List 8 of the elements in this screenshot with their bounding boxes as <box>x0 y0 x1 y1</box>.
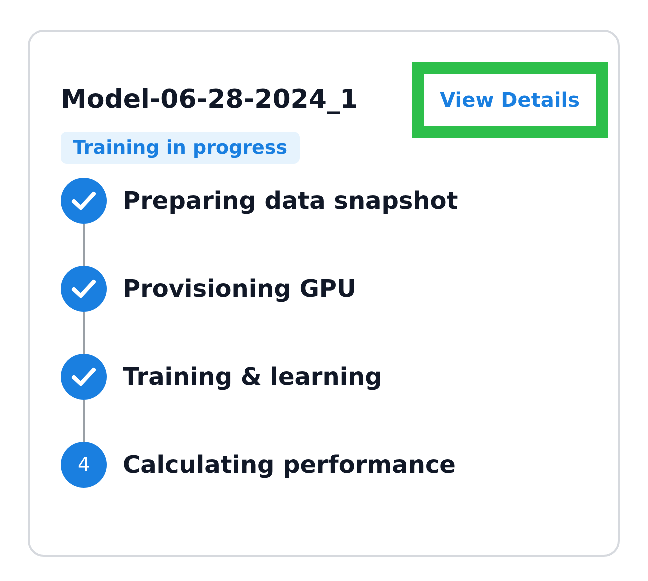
step-number: 4 <box>61 442 107 488</box>
step-label: Calculating performance <box>123 450 456 481</box>
step-label: Provisioning GPU <box>123 274 356 305</box>
model-title: Model-06-28-2024_1 <box>61 85 358 115</box>
status-badge: Training in progress <box>61 132 300 164</box>
step-label: Preparing data snapshot <box>123 186 458 217</box>
step-label: Training & learning <box>123 362 382 393</box>
view-details-link[interactable]: View Details <box>440 88 580 112</box>
